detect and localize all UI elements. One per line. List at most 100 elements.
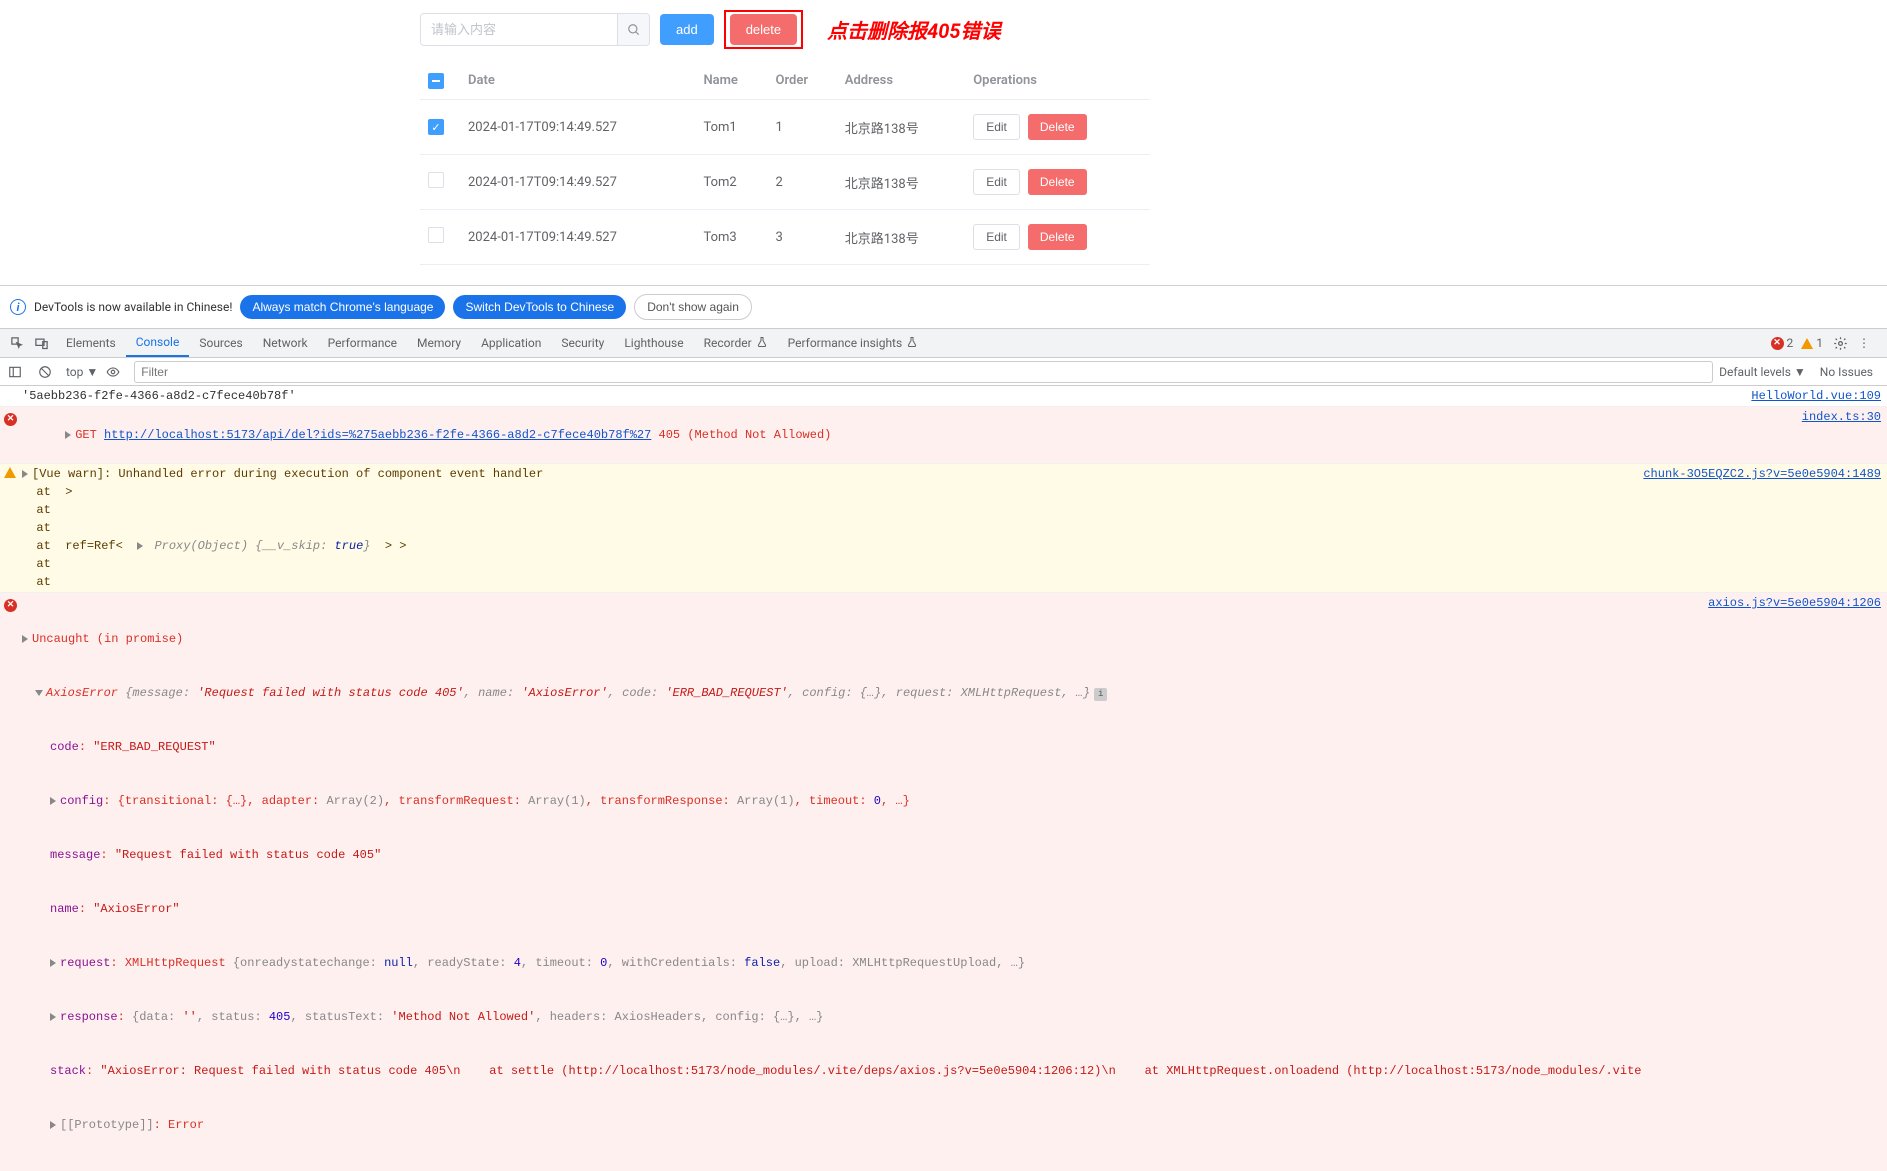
switch-chinese-button[interactable]: Switch DevTools to Chinese [453,295,626,319]
context-selector[interactable]: top ▼ [66,365,98,379]
clear-console-icon[interactable] [36,363,54,381]
tab-elements[interactable]: Elements [56,329,126,357]
expand-arrow-icon[interactable] [137,542,143,550]
cell-date: 2024-01-17T09:14:49.527 [460,100,695,155]
console-controls: top ▼ Default levels ▼ No Issues [0,358,1887,386]
log-text: Uncaught (in promise) [32,632,183,646]
search-button[interactable] [617,14,649,45]
devtools-language-banner: i DevTools is now available in Chinese! … [0,285,1887,328]
source-link[interactable]: HelloWorld.vue:109 [1741,387,1881,405]
expand-arrow-icon[interactable] [50,959,56,967]
log-error-line: ✕ GET http://localhost:5173/api/del?ids=… [0,407,1887,464]
tab-application[interactable]: Application [471,329,551,357]
cell-address: 北京路138号 [837,100,965,155]
request-url-link[interactable]: http://localhost:5173/api/del?ids=%275ae… [104,428,651,442]
cell-date: 2024-01-17T09:14:49.527 [460,155,695,210]
source-link[interactable]: index.ts:30 [1792,408,1881,426]
data-table: Date Name Order Address Operations ✓2024… [420,61,1150,265]
expand-arrow-icon[interactable] [50,797,56,805]
inspect-icon[interactable] [8,334,26,352]
log-text: '5aebb236-f2fe-4366-a8d2-c7fece40b78f' [22,387,1741,405]
expand-arrow-icon[interactable] [50,1121,56,1129]
select-all-checkbox[interactable] [428,73,444,89]
dont-show-again-button[interactable]: Don't show again [634,294,752,320]
match-language-button[interactable]: Always match Chrome's language [240,295,445,319]
expand-arrow-icon[interactable] [22,635,28,643]
log-warn-line: [Vue warn]: Unhandled error during execu… [0,464,1887,593]
tab-memory[interactable]: Memory [407,329,471,357]
tab-network[interactable]: Network [253,329,318,357]
flask-icon [756,336,768,351]
tab-lighthouse[interactable]: Lighthouse [614,329,693,357]
device-toggle-icon[interactable] [32,334,50,352]
cell-name: Tom3 [695,210,767,265]
delete-button[interactable]: delete [730,14,797,45]
tab-sources[interactable]: Sources [189,329,252,357]
table-row: ✓ 2024-01-17T09:14:49.527Tom11北京路138号 Edit… [420,100,1150,155]
error-count: 2 [1787,336,1794,350]
flask-icon [906,336,918,351]
warning-icon [4,467,16,478]
source-link[interactable]: chunk-3O5EQZC2.js?v=5e0e5904:1489 [1633,465,1881,483]
tab-performance[interactable]: Performance [318,329,407,357]
source-link[interactable]: axios.js?v=5e0e5904:1206 [1698,594,1881,612]
expand-arrow-icon[interactable] [50,1013,56,1021]
issues-status[interactable]: No Issues [1820,365,1873,379]
row-delete-button[interactable]: Delete [1028,224,1087,250]
sidebar-toggle-icon[interactable] [6,363,24,381]
live-expression-icon[interactable] [104,363,122,381]
log-error-line: ✕ Uncaught (in promise) AxiosError {mess… [0,593,1887,1171]
table-row: 2024-01-17T09:14:49.527Tom22北京路138号 Edit D… [420,155,1150,210]
settings-gear-icon[interactable] [1831,334,1849,352]
warning-count-badge[interactable]: 1 [1801,336,1823,350]
banner-text: DevTools is now available in Chinese! [34,300,232,314]
row-delete-button[interactable]: Delete [1028,114,1087,140]
col-order: Order [768,61,837,100]
error-icon: ✕ [4,413,17,426]
search-input[interactable] [421,14,617,45]
col-operations: Operations [965,61,1150,100]
cell-name: Tom1 [695,100,767,155]
tab-performance-insights[interactable]: Performance insights [778,329,929,357]
http-method: GET [75,428,97,442]
edit-button[interactable]: Edit [973,224,1020,250]
expand-arrow-icon[interactable] [22,470,28,478]
info-badge-icon[interactable]: i [1094,688,1107,701]
console-filter-input[interactable] [134,361,1713,383]
kebab-menu-icon[interactable]: ⋮ [1855,334,1873,352]
tab-security[interactable]: Security [551,329,614,357]
search-box [420,13,650,46]
row-checkbox[interactable] [428,172,444,188]
info-icon: i [10,299,26,315]
cell-order: 2 [768,155,837,210]
log-line: '5aebb236-f2fe-4366-a8d2-c7fece40b78f' H… [0,386,1887,407]
expand-arrow-icon[interactable] [65,431,71,439]
magnifier-icon [627,23,641,37]
error-icon: ✕ [4,599,17,612]
table-row: 2024-01-17T09:14:49.527Tom33北京路138号EditD… [420,210,1150,265]
http-status: 405 (Method Not Allowed) [659,428,832,442]
app-area: add delete 点击删除报405错误 Date Name Order Ad… [0,0,1887,285]
console-body: '5aebb236-f2fe-4366-a8d2-c7fece40b78f' H… [0,386,1887,1171]
edit-button[interactable]: Edit [973,114,1020,140]
edit-button[interactable]: Edit [973,169,1020,195]
row-checkbox[interactable] [428,227,444,243]
tab-recorder[interactable]: Recorder [694,329,778,357]
add-button[interactable]: add [660,14,714,45]
delete-highlight-box: delete [724,10,803,49]
annotation-text: 点击删除报405错误 [827,15,1000,44]
error-count-badge[interactable]: ✕2 [1771,336,1794,350]
expand-arrow-icon[interactable] [35,690,43,696]
col-address: Address [837,61,965,100]
cell-address: 北京路138号 [837,155,965,210]
row-checkbox[interactable]: ✓ [428,119,444,135]
row-delete-button[interactable]: Delete [1028,169,1087,195]
log-levels-selector[interactable]: Default levels ▼ [1719,365,1806,379]
cell-address: 北京路138号 [837,210,965,265]
warning-count: 1 [1816,336,1823,350]
col-name: Name [695,61,767,100]
tab-console[interactable]: Console [126,329,190,357]
cell-order: 1 [768,100,837,155]
devtools-tabs: ElementsConsoleSourcesNetworkPerformance… [0,328,1887,358]
cell-name: Tom2 [695,155,767,210]
